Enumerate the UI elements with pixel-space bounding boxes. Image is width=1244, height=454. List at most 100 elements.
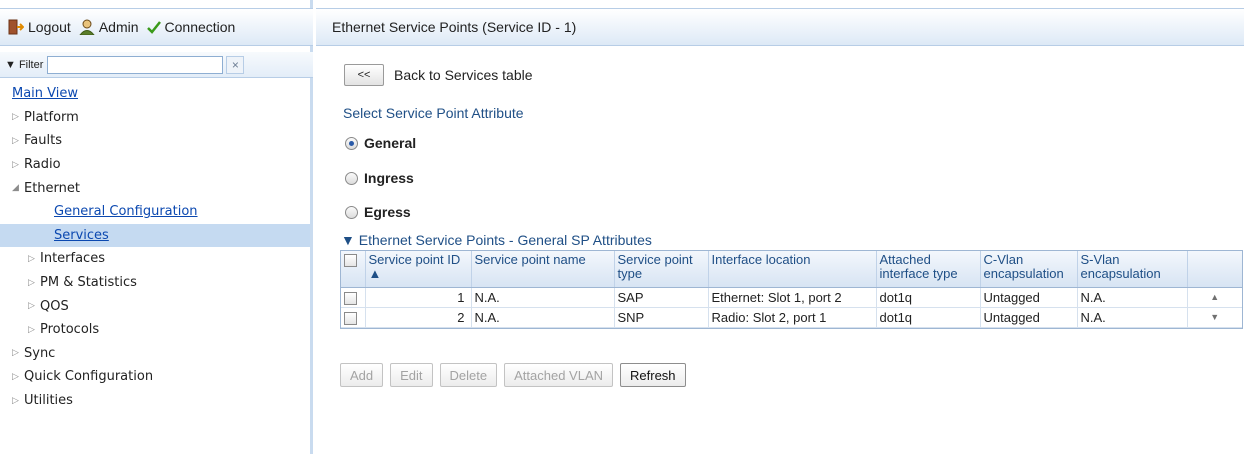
table-cell: SNP — [614, 307, 709, 328]
table-section-toggle[interactable]: ▼ Ethernet Service Points - General SP A… — [341, 232, 652, 248]
expand-arrow-icon: ▷ — [28, 324, 35, 335]
table-cell: 2 — [365, 307, 472, 328]
filter-label[interactable]: ▼ Filter — [5, 59, 43, 71]
row-checkbox[interactable] — [344, 291, 357, 305]
table-cell: N.A. — [471, 287, 615, 308]
table-cell: SAP — [614, 287, 709, 308]
nav-item-pm-statistics[interactable]: ▷ PM & Statistics — [0, 271, 310, 295]
page-title: Ethernet Service Points (Service ID - 1) — [332, 19, 577, 35]
nav-item-label: Ethernet — [24, 180, 80, 196]
radio-label: Ingress — [364, 170, 414, 186]
radio-label: General — [364, 135, 417, 151]
table-header-row: Service point ID ▲ Service point name Se… — [341, 251, 1242, 288]
nav-item-utilities[interactable]: ▷ Utilities — [0, 389, 310, 413]
expand-arrow-icon: ▷ — [12, 371, 19, 382]
row-select-cell — [341, 287, 366, 308]
refresh-button[interactable]: Refresh — [620, 363, 686, 387]
section-title: Select Service Point Attribute — [343, 105, 524, 121]
nav-item-main-view[interactable]: Main View — [0, 82, 310, 106]
nav-item-label: Main View — [12, 86, 79, 102]
service-points-table: Service point ID ▲ Service point name Se… — [340, 250, 1243, 329]
nav-item-services[interactable]: Services — [0, 223, 310, 248]
filter-input[interactable] — [47, 55, 224, 74]
nav-item-quick-configuration[interactable]: ▷ Quick Configuration — [0, 365, 310, 389]
radio-ingress[interactable]: Ingress — [345, 170, 414, 186]
radio-general[interactable]: General — [345, 135, 416, 151]
nav-item-label: Platform — [24, 109, 79, 125]
logout-button[interactable]: Logout — [8, 19, 71, 35]
column-header[interactable]: C-Vlan encapsulation — [980, 251, 1078, 288]
admin-button[interactable]: Admin — [79, 19, 139, 35]
clear-filter-button[interactable]: × — [226, 55, 245, 74]
scroll-up-icon[interactable]: ▲ — [1187, 287, 1242, 308]
nav-item-label: Services — [54, 227, 109, 243]
table-row[interactable]: 1 N.A. SAP Ethernet: Slot 1, port 2 dot1… — [341, 287, 1242, 308]
expand-arrow-icon: ▷ — [12, 112, 19, 123]
edit-button[interactable]: Edit — [390, 363, 433, 387]
table-cell: dot1q — [876, 307, 981, 328]
user-icon — [79, 19, 95, 35]
table-cell: Untagged — [980, 307, 1078, 328]
nav-item-radio[interactable]: ▷ Radio — [0, 153, 310, 177]
nav-item-qos[interactable]: ▷ QOS — [0, 294, 310, 318]
nav-item-label: PM & Statistics — [40, 275, 137, 291]
nav-item-label: Interfaces — [40, 251, 105, 267]
nav-item-label: Quick Configuration — [24, 369, 154, 385]
nav-item-sync[interactable]: ▷ Sync — [0, 342, 310, 366]
table-cell: 1 — [365, 287, 472, 308]
nav-item-faults[interactable]: ▷ Faults — [0, 129, 310, 153]
table-cell: Ethernet: Slot 1, port 2 — [708, 287, 877, 308]
filter-bar: ▼ Filter × — [0, 52, 313, 78]
column-header[interactable]: Service point type — [614, 251, 709, 288]
table-cell: N.A. — [1077, 307, 1188, 328]
nav-item-interfaces[interactable]: ▷ Interfaces — [0, 247, 310, 271]
logout-icon — [8, 19, 24, 35]
column-header[interactable]: Attached interface type — [876, 251, 981, 288]
expand-arrow-icon: ▷ — [12, 135, 19, 146]
back-label: Back to Services table — [394, 67, 533, 83]
radio-button[interactable] — [345, 205, 358, 219]
close-icon: × — [231, 57, 239, 72]
main-panel: Ethernet Service Points (Service ID - 1)… — [316, 8, 1244, 454]
column-header[interactable]: Interface location — [708, 251, 877, 288]
column-header[interactable]: S-Vlan encapsulation — [1077, 251, 1188, 288]
radio-button[interactable] — [345, 171, 358, 185]
nav-item-label: Radio — [24, 157, 61, 173]
radio-button-checked[interactable] — [345, 136, 358, 150]
nav-item-general-configuration[interactable]: General Configuration — [0, 200, 310, 224]
table-cell: Untagged — [980, 287, 1078, 308]
header-spacer — [1187, 251, 1242, 288]
nav-item-ethernet[interactable]: ◢ Ethernet — [0, 176, 310, 200]
column-header[interactable]: Service point name — [471, 251, 615, 288]
nav-item-label: General Configuration — [54, 204, 198, 220]
scroll-down-icon[interactable]: ▼ — [1187, 307, 1242, 328]
nav-item-label: QOS — [40, 298, 69, 314]
select-all-header — [341, 251, 366, 288]
table-row[interactable]: 2 N.A. SNP Radio: Slot 2, port 1 dot1q U… — [341, 307, 1242, 328]
nav-item-platform[interactable]: ▷ Platform — [0, 106, 310, 130]
panel-header: Ethernet Service Points (Service ID - 1) — [316, 8, 1244, 46]
back-button[interactable]: << — [344, 64, 384, 86]
checkmark-icon — [146, 21, 161, 34]
select-all-checkbox[interactable] — [344, 254, 357, 268]
row-checkbox[interactable] — [344, 311, 357, 325]
nav-item-label: Protocols — [40, 322, 100, 338]
navigation-tree: Main View ▷ Platform ▷ Faults ▷ Radio ◢ … — [0, 82, 310, 412]
nav-item-label: Sync — [24, 345, 56, 361]
table-cell: dot1q — [876, 287, 981, 308]
delete-button[interactable]: Delete — [439, 363, 498, 387]
expand-arrow-icon: ▷ — [28, 253, 35, 264]
table-cell: N.A. — [1077, 287, 1188, 308]
nav-item-protocols[interactable]: ▷ Protocols — [0, 318, 310, 342]
connection-label: Connection — [164, 19, 236, 35]
top-toolbar: Logout Admin Connection — [0, 8, 313, 46]
table-cell: N.A. — [471, 307, 615, 328]
add-button[interactable]: Add — [340, 363, 384, 387]
expand-arrow-icon: ▷ — [28, 277, 35, 288]
expand-arrow-icon: ▷ — [12, 395, 19, 406]
attached-vlan-button[interactable]: Attached VLAN — [504, 363, 614, 387]
row-select-cell — [341, 307, 366, 328]
radio-egress[interactable]: Egress — [345, 204, 411, 220]
column-header[interactable]: Service point ID ▲ — [365, 251, 472, 288]
connection-button[interactable]: Connection — [146, 19, 236, 35]
